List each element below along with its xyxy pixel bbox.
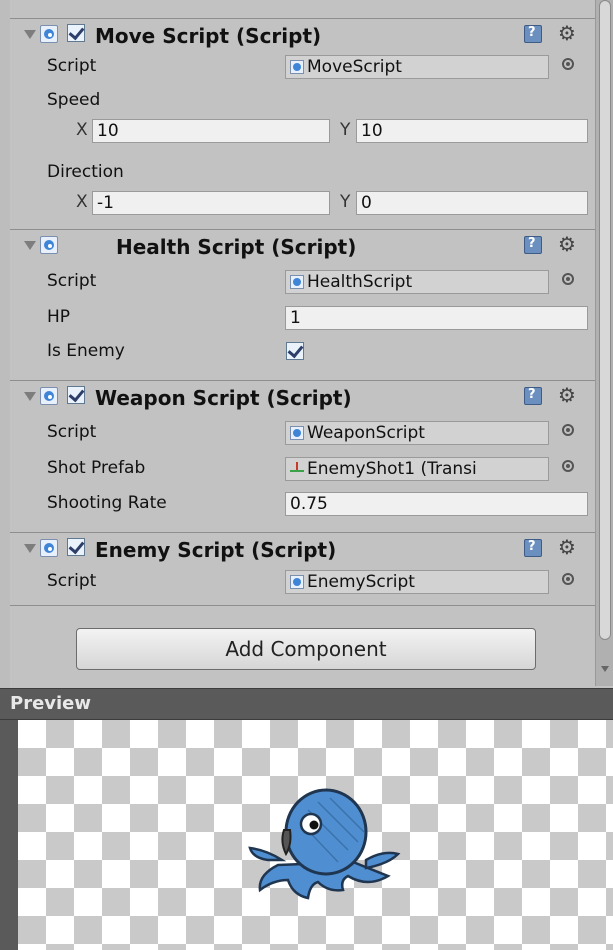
help-book-icon[interactable] (524, 539, 542, 557)
preview-area (18, 720, 613, 950)
component-enabled-checkbox[interactable] (67, 386, 85, 404)
row-script: Script HealthScript (10, 266, 595, 296)
script-object-field[interactable]: MoveScript (285, 55, 549, 79)
preview-header[interactable]: Preview (0, 688, 613, 720)
row-speed-xy: X 10 Y 10 (10, 115, 595, 145)
help-book-icon[interactable] (524, 236, 542, 254)
component-header: Move Script (Script) ⚙ (10, 19, 595, 51)
object-picker-icon[interactable] (562, 460, 574, 472)
row-speed: Speed (10, 85, 595, 115)
direction-y-input[interactable]: 0 (356, 191, 588, 215)
component-enabled-checkbox[interactable] (67, 24, 85, 42)
speed-y-input[interactable]: 10 (356, 119, 588, 143)
object-field-value: EnemyScript (307, 572, 415, 592)
component-health-script: Health Script (Script) ⚙ Script HealthSc… (10, 229, 595, 370)
scrollbar-thumb[interactable] (599, 0, 611, 640)
shooting-rate-input[interactable]: 0.75 (285, 492, 588, 516)
field-label: Script (47, 422, 97, 442)
help-book-icon[interactable] (524, 387, 542, 405)
inspector-scrollbar[interactable] (595, 0, 613, 686)
field-label: HP (47, 307, 71, 327)
component-weapon-script: Weapon Script (Script) ⚙ Script WeaponSc… (10, 380, 595, 524)
row-script: Script WeaponScript (10, 417, 595, 447)
script-file-icon (290, 60, 304, 74)
component-title: Weapon Script (Script) (95, 386, 352, 410)
object-picker-icon[interactable] (562, 273, 574, 285)
speed-x-input[interactable]: 10 (92, 119, 330, 143)
help-book-icon[interactable] (524, 25, 542, 43)
is-enemy-checkbox[interactable] (286, 342, 304, 360)
x-label: X (76, 192, 88, 212)
script-icon (40, 236, 58, 254)
transform-icon (290, 462, 304, 476)
script-object-field[interactable]: WeaponScript (285, 421, 549, 445)
object-picker-icon[interactable] (562, 573, 574, 585)
shot-prefab-object-field[interactable]: EnemyShot1 (Transi (285, 457, 549, 481)
field-label: Script (47, 271, 97, 291)
script-icon (40, 25, 58, 43)
row-direction: Direction (10, 157, 595, 187)
row-hp: HP 1 (10, 302, 595, 332)
octopus-sprite-image (248, 788, 401, 900)
preview-title: Preview (10, 693, 92, 714)
gear-icon[interactable]: ⚙ (558, 21, 576, 45)
field-label: Script (47, 56, 97, 76)
object-picker-icon[interactable] (562, 424, 574, 436)
row-direction-xy: X -1 Y 0 (10, 187, 595, 217)
object-field-value: EnemyShot1 (Transi (307, 459, 477, 479)
script-file-icon (290, 275, 304, 289)
component-move-script: Move Script (Script) ⚙ Script MoveScript… (10, 18, 595, 228)
component-header: Health Script (Script) ⚙ (10, 230, 595, 262)
field-label: Script (47, 571, 97, 591)
object-field-value: HealthScript (307, 272, 413, 292)
component-title: Enemy Script (Script) (95, 538, 337, 562)
component-header: Weapon Script (Script) ⚙ (10, 381, 595, 413)
x-label: X (76, 120, 88, 140)
row-shooting-rate: Shooting Rate 0.75 (10, 488, 595, 518)
foldout-arrow-icon[interactable] (24, 544, 36, 553)
script-icon (40, 387, 58, 405)
gear-icon[interactable]: ⚙ (558, 232, 576, 256)
direction-x-input[interactable]: -1 (92, 191, 330, 215)
component-enemy-script: Enemy Script (Script) ⚙ Script EnemyScri… (10, 532, 595, 606)
field-label: Shooting Rate (47, 493, 167, 513)
script-icon (40, 539, 58, 557)
script-file-icon (290, 575, 304, 589)
row-is-enemy: Is Enemy (10, 336, 595, 366)
field-label: Shot Prefab (47, 458, 146, 478)
scroll-down-arrow-icon[interactable] (601, 666, 609, 672)
script-object-field[interactable]: HealthScript (285, 270, 549, 294)
object-picker-icon[interactable] (562, 58, 574, 70)
field-label: Direction (47, 162, 124, 182)
script-file-icon (290, 426, 304, 440)
foldout-arrow-icon[interactable] (24, 30, 36, 39)
script-object-field[interactable]: EnemyScript (285, 570, 549, 594)
field-label: Is Enemy (47, 341, 125, 361)
field-label: Speed (47, 90, 101, 110)
preview-left-edge (0, 720, 18, 950)
object-field-value: MoveScript (307, 57, 402, 77)
row-script: Script EnemyScript (10, 566, 595, 596)
gear-icon[interactable]: ⚙ (558, 535, 576, 559)
add-component-button[interactable]: Add Component (76, 628, 536, 670)
component-header: Enemy Script (Script) ⚙ (10, 533, 595, 565)
foldout-arrow-icon[interactable] (24, 392, 36, 401)
y-label: Y (340, 192, 351, 212)
gear-icon[interactable]: ⚙ (558, 383, 576, 407)
component-title: Health Script (Script) (116, 235, 357, 259)
y-label: Y (340, 120, 351, 140)
object-field-value: WeaponScript (307, 423, 425, 443)
foldout-arrow-icon[interactable] (24, 241, 36, 250)
row-script: Script MoveScript (10, 51, 595, 81)
component-enabled-checkbox[interactable] (67, 538, 85, 556)
hp-input[interactable]: 1 (285, 306, 588, 330)
row-shot-prefab: Shot Prefab EnemyShot1 (Transi (10, 453, 595, 483)
component-title: Move Script (Script) (95, 24, 322, 48)
